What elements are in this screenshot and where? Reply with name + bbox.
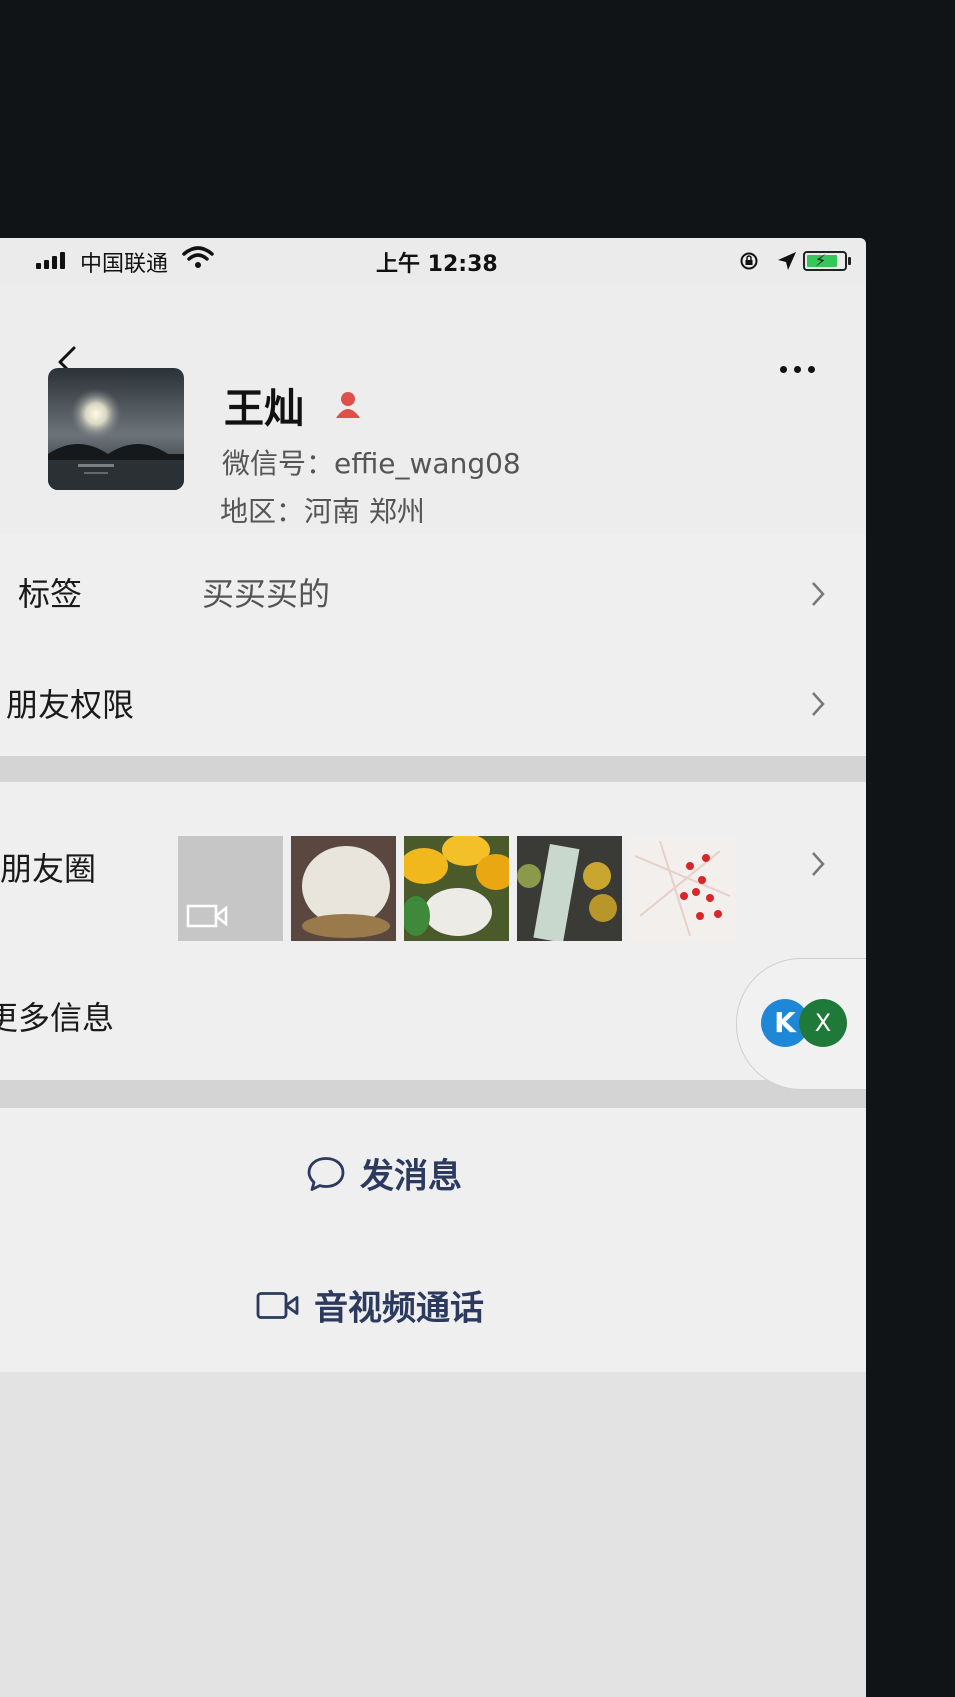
chevron-right-icon [812, 582, 825, 606]
moment-thumb-video [178, 836, 283, 941]
region: 地区：河南 郑州 [220, 495, 425, 528]
video-call-icon [256, 1291, 299, 1319]
carrier-name: 中国联通 [80, 252, 169, 277]
friend-permissions-row[interactable]: 朋友权限 [0, 650, 866, 757]
tags-value: 买买买的 [202, 575, 331, 613]
permissions-label: 朋友权限 [6, 686, 135, 724]
chevron-right-icon [812, 692, 825, 716]
wechat-id: 微信号：effie_wang08 [222, 447, 521, 480]
battery-icon: ⚡ [803, 251, 847, 271]
call-label: 音视频通话 [314, 1288, 484, 1329]
clock: 上午 12:38 [376, 252, 498, 277]
contact-name: 王灿 [224, 386, 304, 432]
location-icon [778, 252, 796, 270]
send-message-label: 发消息 [360, 1156, 462, 1197]
moments-row[interactable]: 朋友圈 [0, 782, 866, 953]
section-separator [0, 1080, 866, 1108]
battery-cap [848, 257, 851, 265]
tags-label: 标签 [18, 575, 83, 613]
rotation-lock-icon [740, 252, 758, 270]
floating-widget[interactable]: K X [736, 958, 866, 1090]
send-message-button[interactable]: 发消息 [0, 1108, 866, 1239]
close-x-icon[interactable]: X [799, 999, 847, 1047]
chevron-right-icon [812, 852, 825, 876]
moment-thumb-photo [404, 836, 509, 941]
moments-thumbnails [178, 836, 735, 941]
video-camera-icon [186, 904, 228, 928]
phone-screen: 中国联通 上午 12:38 ⚡ 王灿 微信号：effie_wang08 地区：河… [0, 238, 866, 1697]
section-separator [0, 756, 866, 782]
more-info-label: 更多信息 [0, 999, 115, 1037]
moment-thumb-map [630, 836, 735, 941]
status-bar: 中国联通 上午 12:38 ⚡ [0, 238, 866, 284]
wifi-icon [182, 246, 214, 268]
more-options-icon[interactable] [780, 366, 815, 373]
female-icon [336, 392, 360, 418]
avatar[interactable] [48, 368, 184, 490]
signal-icon [36, 251, 65, 269]
moment-thumb-photo [291, 836, 396, 941]
moment-thumb-photo [517, 836, 622, 941]
voice-video-call-button[interactable]: 音视频通话 [0, 1238, 866, 1373]
moments-label: 朋友圈 [0, 850, 97, 888]
tags-row[interactable]: 标签 买买买的 [0, 534, 866, 651]
profile-header: 王灿 微信号：effie_wang08 地区：河南 郑州 [0, 284, 866, 534]
empty-area [0, 1372, 866, 1697]
chat-bubble-icon [307, 1156, 345, 1191]
